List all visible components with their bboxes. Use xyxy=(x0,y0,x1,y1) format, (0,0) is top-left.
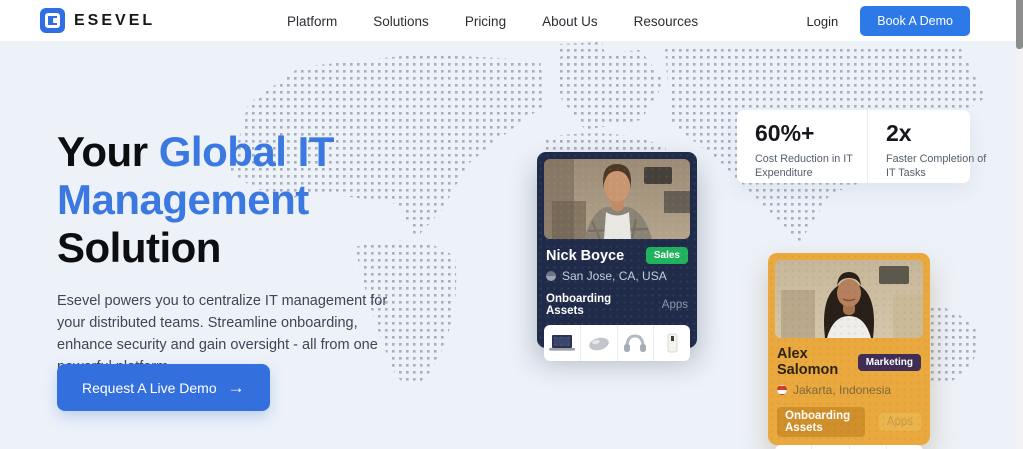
charger-icon xyxy=(653,325,690,361)
department-badge-marketing: Marketing xyxy=(858,354,921,371)
nav-item-about-us[interactable]: About Us xyxy=(542,14,598,29)
card-tabs: Onboarding Assets Apps xyxy=(546,293,688,317)
request-live-demo-label: Request A Live Demo xyxy=(82,380,217,396)
tab-onboarding-assets[interactable]: Onboarding Assets xyxy=(546,293,648,317)
nav-item-platform[interactable]: Platform xyxy=(287,14,337,29)
employee-location: San Jose, CA, USA xyxy=(562,269,667,283)
stat-value: 60%+ xyxy=(755,120,867,147)
stat-value: 2x xyxy=(886,120,998,147)
nav-item-pricing[interactable]: Pricing xyxy=(465,14,506,29)
top-navigation-bar: ESEVEL Platform Solutions Pricing About … xyxy=(0,0,1023,42)
employee-card-alex-salomon: Alex Salomon Marketing Jakarta, Indonesi… xyxy=(768,253,930,445)
usa-flag-icon xyxy=(546,271,556,281)
stats-card: 60%+ Cost Reduction in IT Expenditure 2x… xyxy=(737,110,970,183)
main-nav: Platform Solutions Pricing About Us Reso… xyxy=(287,0,698,42)
employee-name: Nick Boyce xyxy=(546,248,624,264)
hero-title-part-your: Your xyxy=(57,128,159,175)
onboarding-assets-strip xyxy=(544,325,690,361)
stat-faster-completion: 2x Faster Completion of IT Tasks xyxy=(867,110,998,183)
employee-location: Jakarta, Indonesia xyxy=(793,383,891,397)
login-link[interactable]: Login xyxy=(806,14,838,29)
nav-item-solutions[interactable]: Solutions xyxy=(373,14,429,29)
header-actions: Login Book A Demo xyxy=(806,0,970,42)
brand-home-link[interactable]: ESEVEL xyxy=(40,8,155,33)
nav-item-resources[interactable]: Resources xyxy=(634,14,699,29)
alex-salomon-photo xyxy=(775,260,923,338)
page-scrollbar-thumb[interactable] xyxy=(1016,0,1023,49)
indonesia-flag-icon xyxy=(777,385,787,395)
hero-section: Your Global IT Management Solution Eseve… xyxy=(0,42,1023,449)
mouse-icon xyxy=(580,325,617,361)
hero-title-part-management: Management xyxy=(57,176,309,223)
card-tabs: Onboarding Assets Apps xyxy=(777,407,921,437)
tab-onboarding-assets[interactable]: Onboarding Assets xyxy=(777,407,865,437)
stat-label: Faster Completion of IT Tasks xyxy=(886,152,998,180)
hero-title-part-global-it: Global IT xyxy=(159,128,334,175)
esevel-logo-icon xyxy=(40,8,65,33)
brand-name: ESEVEL xyxy=(74,12,155,30)
stat-label: Cost Reduction in IT Expenditure xyxy=(755,152,867,180)
department-badge-sales: Sales xyxy=(646,247,688,264)
headphones-icon xyxy=(617,325,654,361)
tab-apps[interactable]: Apps xyxy=(662,299,688,311)
arrow-right-icon: → xyxy=(228,379,245,396)
logo-inner-dot xyxy=(53,18,58,23)
hero-title-part-solution: Solution xyxy=(57,224,221,271)
stat-cost-reduction: 60%+ Cost Reduction in IT Expenditure xyxy=(737,110,867,183)
employee-name: Alex Salomon xyxy=(777,346,858,378)
book-a-demo-button[interactable]: Book A Demo xyxy=(860,6,970,36)
laptop-icon xyxy=(775,445,811,449)
mouse-icon xyxy=(811,445,848,449)
headphones-icon xyxy=(849,445,886,449)
laptop-icon xyxy=(544,325,580,361)
page-scrollbar-track[interactable] xyxy=(1016,0,1023,449)
onboarding-assets-strip xyxy=(775,445,923,449)
request-live-demo-button[interactable]: Request A Live Demo → xyxy=(57,364,270,411)
hero-title: Your Global IT Management Solution xyxy=(57,128,334,272)
tab-apps[interactable]: Apps xyxy=(879,413,921,431)
charger-icon xyxy=(886,445,923,449)
nick-boyce-photo xyxy=(544,159,690,239)
employee-card-nick-boyce: Nick Boyce Sales San Jose, CA, USA Onboa… xyxy=(537,152,697,348)
